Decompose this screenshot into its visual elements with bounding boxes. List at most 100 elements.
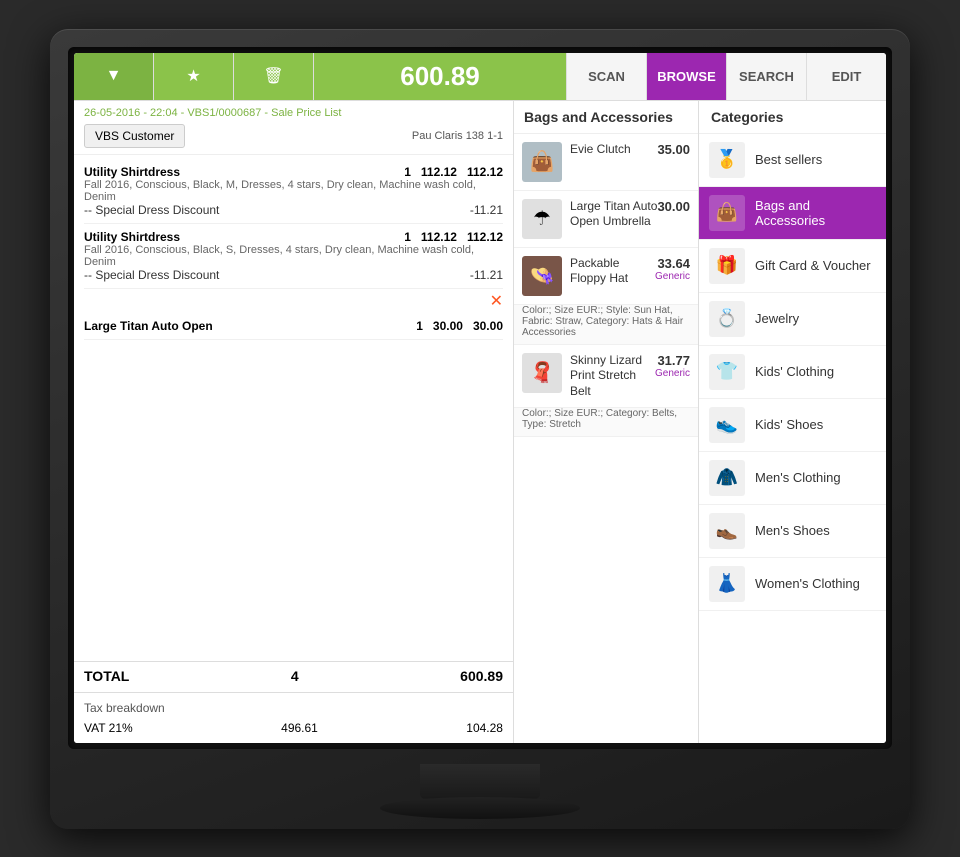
screen: ▼ ★ 🗑 600.89 SCAN BROWSE	[74, 53, 886, 743]
product-generic: Generic	[655, 368, 690, 379]
tax-section-title: Tax breakdown	[84, 701, 503, 715]
category-item-mens-shoes[interactable]: 👞 Men's Shoes	[699, 505, 886, 558]
categories-panel: Categories 🥇 Best sellers 👜 Bags and Acc…	[699, 101, 886, 743]
dropdown-button[interactable]: ▼	[74, 53, 154, 100]
star-button[interactable]: ★	[154, 53, 234, 100]
order-date: 26-05-2016 - 22:04 - VBS1/0000687 - Sale…	[84, 107, 503, 119]
order-header: 26-05-2016 - 22:04 - VBS1/0000687 - Sale…	[74, 101, 513, 155]
category-item-kids-clothing[interactable]: 👕 Kids' Clothing	[699, 346, 886, 399]
category-item-best-sellers[interactable]: 🥇 Best sellers	[699, 134, 886, 187]
star-icon: ★	[186, 66, 200, 86]
screen-bezel: ▼ ★ 🗑 600.89 SCAN BROWSE	[68, 47, 892, 749]
category-icon: 👗	[709, 566, 745, 602]
category-icon: 👜	[709, 195, 745, 231]
category-item-bags[interactable]: 👜 Bags and Accessories	[699, 187, 886, 240]
discount-label: -- Special Dress Discount	[84, 268, 470, 282]
item-name: Utility Shirtdress	[84, 165, 180, 179]
category-label: Men's Shoes	[755, 523, 830, 538]
toolbar: ▼ ★ 🗑 600.89 SCAN BROWSE	[74, 53, 886, 101]
vat-label: VAT 21%	[84, 721, 133, 735]
product-image: 👒	[522, 256, 562, 296]
monitor: ▼ ★ 🗑 600.89 SCAN BROWSE	[50, 29, 910, 829]
item-desc: Fall 2016, Conscious, Black, S, Dresses,…	[84, 244, 503, 268]
monitor-base	[380, 797, 580, 819]
product-price-row: Evie Clutch 35.00	[570, 142, 690, 158]
product-name: Packable Floppy Hat	[570, 256, 655, 287]
discount-value: -11.21	[470, 203, 503, 217]
total-label: TOTAL	[84, 668, 129, 684]
discount-value: -11.21	[470, 268, 503, 282]
customer-button[interactable]: VBS Customer	[84, 124, 185, 148]
category-icon: 🥇	[709, 142, 745, 178]
item-desc: Fall 2016, Conscious, Black, M, Dresses,…	[84, 179, 503, 203]
product-price: 30.00	[657, 199, 690, 214]
category-icon: 👟	[709, 407, 745, 443]
search-button[interactable]: SEARCH	[726, 53, 806, 100]
scan-button[interactable]: SCAN	[566, 53, 646, 100]
order-item: Large Titan Auto Open 1 30.00 30.00	[84, 313, 503, 340]
products-header: Bags and Accessories	[514, 101, 698, 134]
total-value: 600.89	[460, 668, 503, 684]
product-attrs: Color:; Size EUR:; Category: Belts, Type…	[514, 408, 698, 437]
delete-button[interactable]: 🗑	[234, 53, 314, 100]
product-info: Packable Floppy Hat 33.64 Generic	[570, 256, 690, 287]
product-info: Evie Clutch 35.00	[570, 142, 690, 158]
item-qty-price: 1 112.12 112.12	[404, 165, 503, 179]
monitor-stand	[420, 764, 540, 799]
category-label: Kids' Shoes	[755, 417, 823, 432]
product-name: Large Titan Auto Open Umbrella	[570, 199, 657, 230]
product-price: 31.77	[655, 353, 690, 368]
category-item-gift-card[interactable]: 🎁 Gift Card & Voucher	[699, 240, 886, 293]
product-item[interactable]: 👒 Packable Floppy Hat 33.64 Generic	[514, 248, 698, 305]
total-amount: 600.89	[400, 61, 480, 92]
main-area: 26-05-2016 - 22:04 - VBS1/0000687 - Sale…	[74, 101, 886, 743]
order-item: Utility Shirtdress 1 112.12 112.12 Fall …	[84, 159, 503, 224]
tax-row: VAT 21% 496.61 104.28	[84, 721, 503, 735]
order-footer: Tax breakdown VAT 21% 496.61 104.28	[74, 692, 513, 743]
product-item[interactable]: 🧣 Skinny Lizard Print Stretch Belt 31.77…	[514, 345, 698, 409]
browse-button[interactable]: BROWSE	[646, 53, 726, 100]
category-item-mens-clothing[interactable]: 🧥 Men's Clothing	[699, 452, 886, 505]
category-item-kids-shoes[interactable]: 👟 Kids' Shoes	[699, 399, 886, 452]
product-attrs: Color:; Size EUR:; Style: Sun Hat, Fabri…	[514, 305, 698, 345]
product-item[interactable]: 👜 Evie Clutch 35.00	[514, 134, 698, 191]
item-discount-row: -- Special Dress Discount -11.21	[84, 203, 503, 217]
order-customer-row: VBS Customer Pau Claris 138 1-1	[84, 124, 503, 148]
product-price: 33.64	[655, 256, 690, 271]
category-item-womens-clothing[interactable]: 👗 Women's Clothing	[699, 558, 886, 611]
product-price-row: Skinny Lizard Print Stretch Belt 31.77 G…	[570, 353, 690, 400]
cross-icon: ✕	[84, 289, 503, 313]
discount-label: -- Special Dress Discount	[84, 203, 470, 217]
category-item-jewelry[interactable]: 💍 Jewelry	[699, 293, 886, 346]
category-label: Kids' Clothing	[755, 364, 834, 379]
category-label: Gift Card & Voucher	[755, 258, 871, 273]
category-label: Best sellers	[755, 152, 822, 167]
product-image: 🧣	[522, 353, 562, 393]
total-row: TOTAL 4 600.89	[84, 668, 503, 684]
category-label: Jewelry	[755, 311, 799, 326]
edit-button[interactable]: EDIT	[806, 53, 886, 100]
order-item-row: Utility Shirtdress 1 112.12 112.12	[84, 165, 503, 179]
product-item[interactable]: ☂ Large Titan Auto Open Umbrella 30.00	[514, 191, 698, 248]
total-display: 600.89	[314, 53, 566, 100]
item-discount-row: -- Special Dress Discount -11.21	[84, 268, 503, 282]
item-qty-price: 1 112.12 112.12	[404, 230, 503, 244]
order-item: Utility Shirtdress 1 112.12 112.12 Fall …	[84, 224, 503, 289]
order-item-row: Large Titan Auto Open 1 30.00 30.00	[84, 319, 503, 333]
vat-base: 496.61	[281, 721, 318, 735]
category-icon: 🎁	[709, 248, 745, 284]
category-label: Women's Clothing	[755, 576, 860, 591]
product-price-row: Packable Floppy Hat 33.64 Generic	[570, 256, 690, 287]
item-name: Large Titan Auto Open	[84, 319, 213, 333]
order-item-row: Utility Shirtdress 1 112.12 112.12	[84, 230, 503, 244]
order-totals: TOTAL 4 600.89	[74, 661, 513, 692]
categories-header: Categories	[699, 101, 886, 134]
product-image: ☂	[522, 199, 562, 239]
item-name: Utility Shirtdress	[84, 230, 180, 244]
products-panel: Bags and Accessories 👜 Evie Clutch 35.00	[514, 101, 699, 743]
product-name: Skinny Lizard Print Stretch Belt	[570, 353, 655, 400]
category-icon: 👕	[709, 354, 745, 390]
categories-list: 🥇 Best sellers 👜 Bags and Accessories 🎁 …	[699, 134, 886, 743]
product-image: 👜	[522, 142, 562, 182]
products-list: 👜 Evie Clutch 35.00	[514, 134, 698, 743]
